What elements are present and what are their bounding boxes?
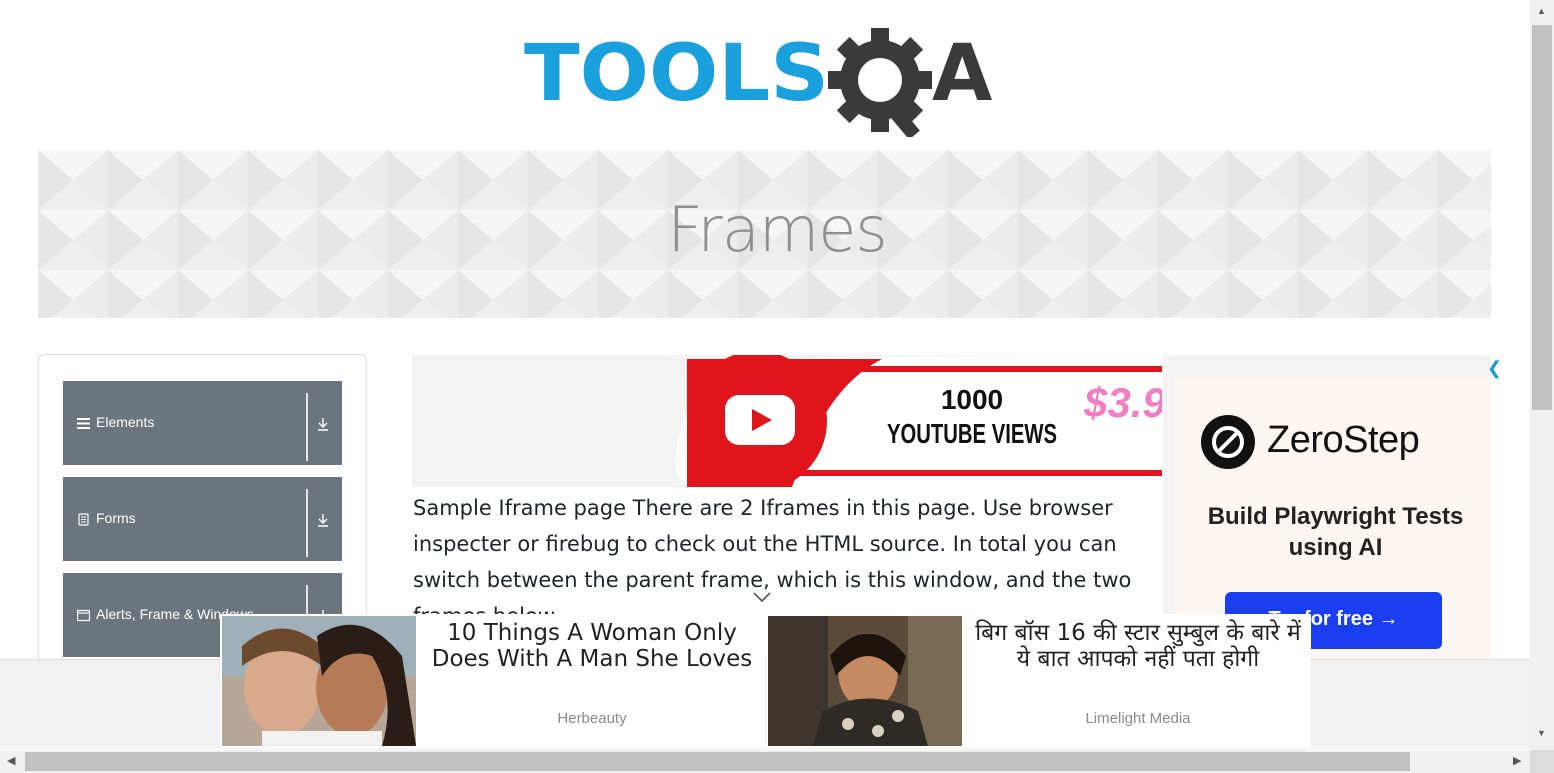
vertical-scrollbar[interactable]: ▲ ▼ bbox=[1530, 0, 1554, 750]
divider bbox=[306, 393, 308, 461]
horizontal-scrollbar[interactable]: ◀ ▶ bbox=[0, 750, 1530, 773]
iframe-description: Sample Iframe page There are 2 Iframes i… bbox=[413, 496, 1132, 628]
scroll-up-arrow-icon[interactable]: ▲ bbox=[1537, 6, 1546, 16]
download-arrow-icon[interactable] bbox=[317, 417, 329, 431]
logo-text-a: A bbox=[932, 29, 992, 119]
document-icon bbox=[78, 513, 89, 526]
divider bbox=[306, 489, 308, 557]
chevron-down-icon[interactable] bbox=[752, 590, 772, 604]
ad-title[interactable]: बिग बॉस 16 की स्टार सुम्बुल के बारे में … bbox=[968, 620, 1308, 672]
vertical-scroll-thumb[interactable] bbox=[1532, 25, 1552, 410]
ad-source: Limelight Media bbox=[1085, 710, 1191, 727]
ad-thumbnail-couple bbox=[222, 616, 416, 746]
ad-title[interactable]: 10 Things A Woman Only Does With A Man S… bbox=[422, 620, 762, 672]
hamburger-icon bbox=[77, 418, 90, 429]
svg-text:YOUTUBE VIEWS: YOUTUBE VIEWS bbox=[887, 418, 1057, 449]
sidebar-group-elements[interactable]: Elements bbox=[63, 381, 342, 465]
ad-tagline: Build Playwright Tests using AI bbox=[1207, 503, 1464, 561]
logo-text-tools: TOOLS bbox=[524, 29, 829, 119]
gear-icon bbox=[828, 28, 932, 137]
scrollbar-corner bbox=[1530, 750, 1554, 773]
horizontal-scroll-thumb[interactable] bbox=[25, 752, 1410, 771]
scroll-down-arrow-icon[interactable]: ▼ bbox=[1537, 728, 1546, 738]
zerostep-logo-icon bbox=[1201, 415, 1255, 469]
ad-source: Herbeauty bbox=[557, 710, 627, 727]
site-logo[interactable]: TOOLS A bbox=[524, 22, 1014, 137]
sidebar-group-label: Elements bbox=[96, 414, 155, 430]
sidebar-group-forms[interactable]: Forms bbox=[63, 477, 342, 561]
ad-brand-name: ZeroStep bbox=[1267, 419, 1420, 461]
page-title: Frames bbox=[667, 193, 887, 266]
youtube-views-ad[interactable]: 1000 YOUTUBE VIEWS $3.9 bbox=[412, 355, 1162, 487]
download-arrow-icon[interactable] bbox=[317, 513, 329, 527]
window-icon bbox=[77, 609, 90, 622]
svg-text:$3.9: $3.9 bbox=[1083, 379, 1162, 426]
scroll-left-arrow-icon[interactable]: ◀ bbox=[7, 754, 15, 767]
ad-collapse-chevron-icon[interactable]: ❮ bbox=[1487, 358, 1502, 379]
sidebar-group-label: Forms bbox=[96, 510, 136, 526]
ad-thumbnail-woman bbox=[768, 616, 962, 746]
scroll-right-arrow-icon[interactable]: ▶ bbox=[1513, 754, 1521, 767]
svg-text:1000: 1000 bbox=[941, 384, 1003, 415]
bottom-ad-card[interactable]: बिग बॉस 16 की स्टार सुम्बुल के बारे में … bbox=[766, 614, 1311, 748]
bottom-ad-card[interactable]: 10 Things A Woman Only Does With A Man S… bbox=[220, 614, 765, 748]
